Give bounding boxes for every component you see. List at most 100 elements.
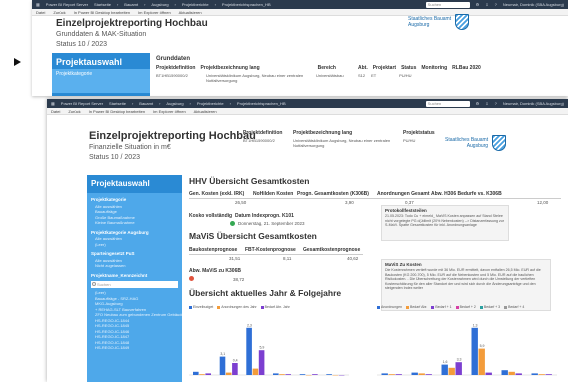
menu-explorer[interactable]: Im Explorer öffnen	[138, 10, 171, 15]
project-list-item[interactable]: ZFO Neubau zum gebundenen Zentrum Gebäud…	[87, 312, 182, 318]
chart-bar[interactable]	[258, 350, 265, 375]
chart-bar[interactable]	[448, 367, 455, 375]
kosko-col-vollstaendig[interactable]: Kosko vollständig	[189, 213, 232, 219]
project-search-input[interactable]: Suchen	[91, 281, 178, 288]
chart-bar[interactable]	[471, 327, 478, 375]
chart-bar[interactable]	[455, 362, 462, 375]
kosko-col-datum[interactable]: Datum Indexprogn. K101	[235, 213, 294, 219]
hhv-col-progn[interactable]: Progn. Gesamtkosten (K306B)	[297, 191, 369, 197]
filter-option[interactable]: (Leer)	[87, 242, 182, 248]
chart-bar[interactable]	[193, 371, 199, 375]
chart-bar[interactable]	[501, 370, 508, 375]
back-crumb[interactable]: Projektberichtsprachen_HB	[222, 2, 271, 7]
mavis-abw-label[interactable]: Abw. MaViS zu K306B	[189, 268, 241, 274]
menu-zurueck[interactable]: Zurück	[53, 10, 65, 15]
back-crumb[interactable]: Augsburg	[151, 2, 168, 7]
hhv-col-nohilden[interactable]: NoHilden Kosten	[253, 191, 293, 197]
back-crumb[interactable]: Projektberichte	[182, 2, 209, 7]
chart-bar[interactable]	[205, 373, 211, 375]
filter-option[interactable]: Nicht zugelassen	[87, 263, 182, 269]
chart-bar[interactable]	[279, 374, 285, 375]
chart-bar[interactable]	[299, 374, 306, 375]
back-user-name[interactable]: Neumair, Dominik (SBA Augsburg)	[503, 2, 564, 7]
chart-bar[interactable]	[478, 348, 485, 375]
gear-icon[interactable]: ⚙	[476, 2, 480, 7]
mavis-value-gesamt: 40,62	[347, 256, 359, 261]
chart-bar[interactable]	[425, 374, 432, 375]
chart-bar[interactable]	[273, 373, 279, 375]
back-crumb[interactable]: Startseite	[94, 2, 111, 7]
menu-datei[interactable]: Datei	[51, 109, 60, 114]
hhv-col-gen[interactable]: Gen. Kosten (exkl. IRK)	[189, 191, 244, 197]
front-topbar: ▦ Power BI Report Server Startseite › Ba…	[47, 99, 568, 108]
front-search-input[interactable]: Suchen	[425, 100, 470, 107]
front-crumb[interactable]: Augsburg	[166, 101, 183, 106]
hhv-value-gen: 26,50	[235, 200, 247, 205]
back-crumb[interactable]: Bauamt	[124, 2, 138, 7]
front-user-name[interactable]: Neumair, Dominik (SBA Augsburg)	[503, 101, 564, 106]
chart-bar[interactable]	[411, 372, 418, 375]
chart2-legend: Anordnungen Bedarf Abr. Bedarf + 1 Bedar…	[377, 305, 524, 309]
chart-bar[interactable]	[531, 373, 538, 375]
chart-bar[interactable]	[326, 374, 332, 375]
chart-data-label: 1,3	[473, 323, 478, 327]
back-bauamt-logo: Staatliches Bauamt Augsburg	[408, 14, 470, 30]
chart-bar[interactable]	[508, 371, 515, 375]
back-panel-item[interactable]: Projektkategorie	[52, 69, 150, 93]
project-list-label: Projektname_Kennzeichnt	[91, 272, 148, 278]
chart-bar[interactable]	[515, 373, 522, 375]
chart-bar[interactable]	[232, 363, 238, 375]
chart-bar[interactable]	[485, 372, 492, 375]
chart-bar[interactable]	[219, 356, 226, 375]
chart-bar[interactable]	[441, 364, 448, 375]
app-grid-icon[interactable]: ▦	[51, 101, 55, 106]
front-crumb[interactable]: Projektberichte	[197, 101, 224, 106]
hhv-col-anordnungen[interactable]: Anordnungen Gesamt	[377, 191, 430, 197]
menu-edit-desktop[interactable]: In Power BI Desktop bearbeiten	[89, 109, 145, 114]
back-table-row: BT1HB1590000/2 Universitätsklinikum Augs…	[156, 73, 412, 83]
chart-bar[interactable]	[388, 374, 395, 375]
chart-bar[interactable]	[199, 374, 205, 375]
menu-zurueck[interactable]: Zurück	[68, 109, 80, 114]
chart-bar[interactable]	[312, 374, 318, 375]
chart-bar[interactable]	[246, 327, 252, 375]
menu-edit-desktop[interactable]: In Power BI Desktop bearbeiten	[74, 10, 130, 15]
download-icon[interactable]: ⇩	[485, 101, 488, 106]
menu-refresh[interactable]: Aktualisieren	[194, 109, 217, 114]
hhv-col-abw[interactable]: Abw. H306 Bedurfe vs. K306B	[431, 191, 502, 197]
mavis-col-gesamt[interactable]: Gesamtkostenprognose	[303, 247, 360, 253]
chart-bar[interactable]	[285, 374, 291, 375]
chart-bar[interactable]	[395, 374, 402, 375]
mavis-col-baukosten[interactable]: Baukostenprognose	[189, 247, 237, 253]
mavis-value-baukosten: 31,51	[229, 256, 241, 261]
chart-bar[interactable]	[252, 368, 259, 375]
project-list-item[interactable]: HS-REGO-IC-1849	[87, 345, 182, 351]
front-crumb[interactable]: Bauamt	[139, 101, 153, 106]
panel-title: Projektauswahl	[87, 175, 182, 193]
hhv-value-progn: 3,90	[345, 200, 354, 205]
chart-bar[interactable]	[381, 373, 388, 375]
chart-bar[interactable]	[538, 374, 545, 375]
front-report-window: ▦ Power BI Report Server Startseite › Ba…	[47, 99, 568, 382]
chart-bar[interactable]	[418, 373, 425, 375]
bauamt-logo: Staatliches Bauamt Augsburg	[445, 135, 507, 151]
menu-datei[interactable]: Datei	[36, 10, 45, 15]
help-icon[interactable]: ?	[495, 101, 497, 106]
chart-bar[interactable]	[545, 374, 552, 375]
chart-bar[interactable]	[225, 372, 232, 375]
front-app-name[interactable]: Power BI Report Server	[61, 101, 103, 106]
chart-data-label: 5,9	[480, 344, 485, 348]
app-grid-icon[interactable]: ▦	[36, 2, 40, 7]
front-crumb[interactable]: Projektberichtsprachen_HB	[237, 101, 286, 106]
status-red-icon	[189, 276, 194, 281]
menu-refresh[interactable]: Aktualisieren	[179, 10, 202, 15]
download-icon[interactable]: ⇩	[485, 2, 488, 7]
back-search-input[interactable]: Suchen	[425, 1, 470, 8]
menu-explorer[interactable]: Im Explorer öffnen	[153, 109, 186, 114]
back-app-name[interactable]: Power BI Report Server	[46, 2, 88, 7]
mavis-col-fbt[interactable]: FBT-Kostenprognose	[245, 247, 296, 253]
filter-option[interactable]: Kleine Baumaßnahme	[87, 220, 182, 226]
front-crumb[interactable]: Startseite	[109, 101, 126, 106]
gear-icon[interactable]: ⚙	[476, 101, 480, 106]
help-icon[interactable]: ?	[495, 2, 497, 7]
